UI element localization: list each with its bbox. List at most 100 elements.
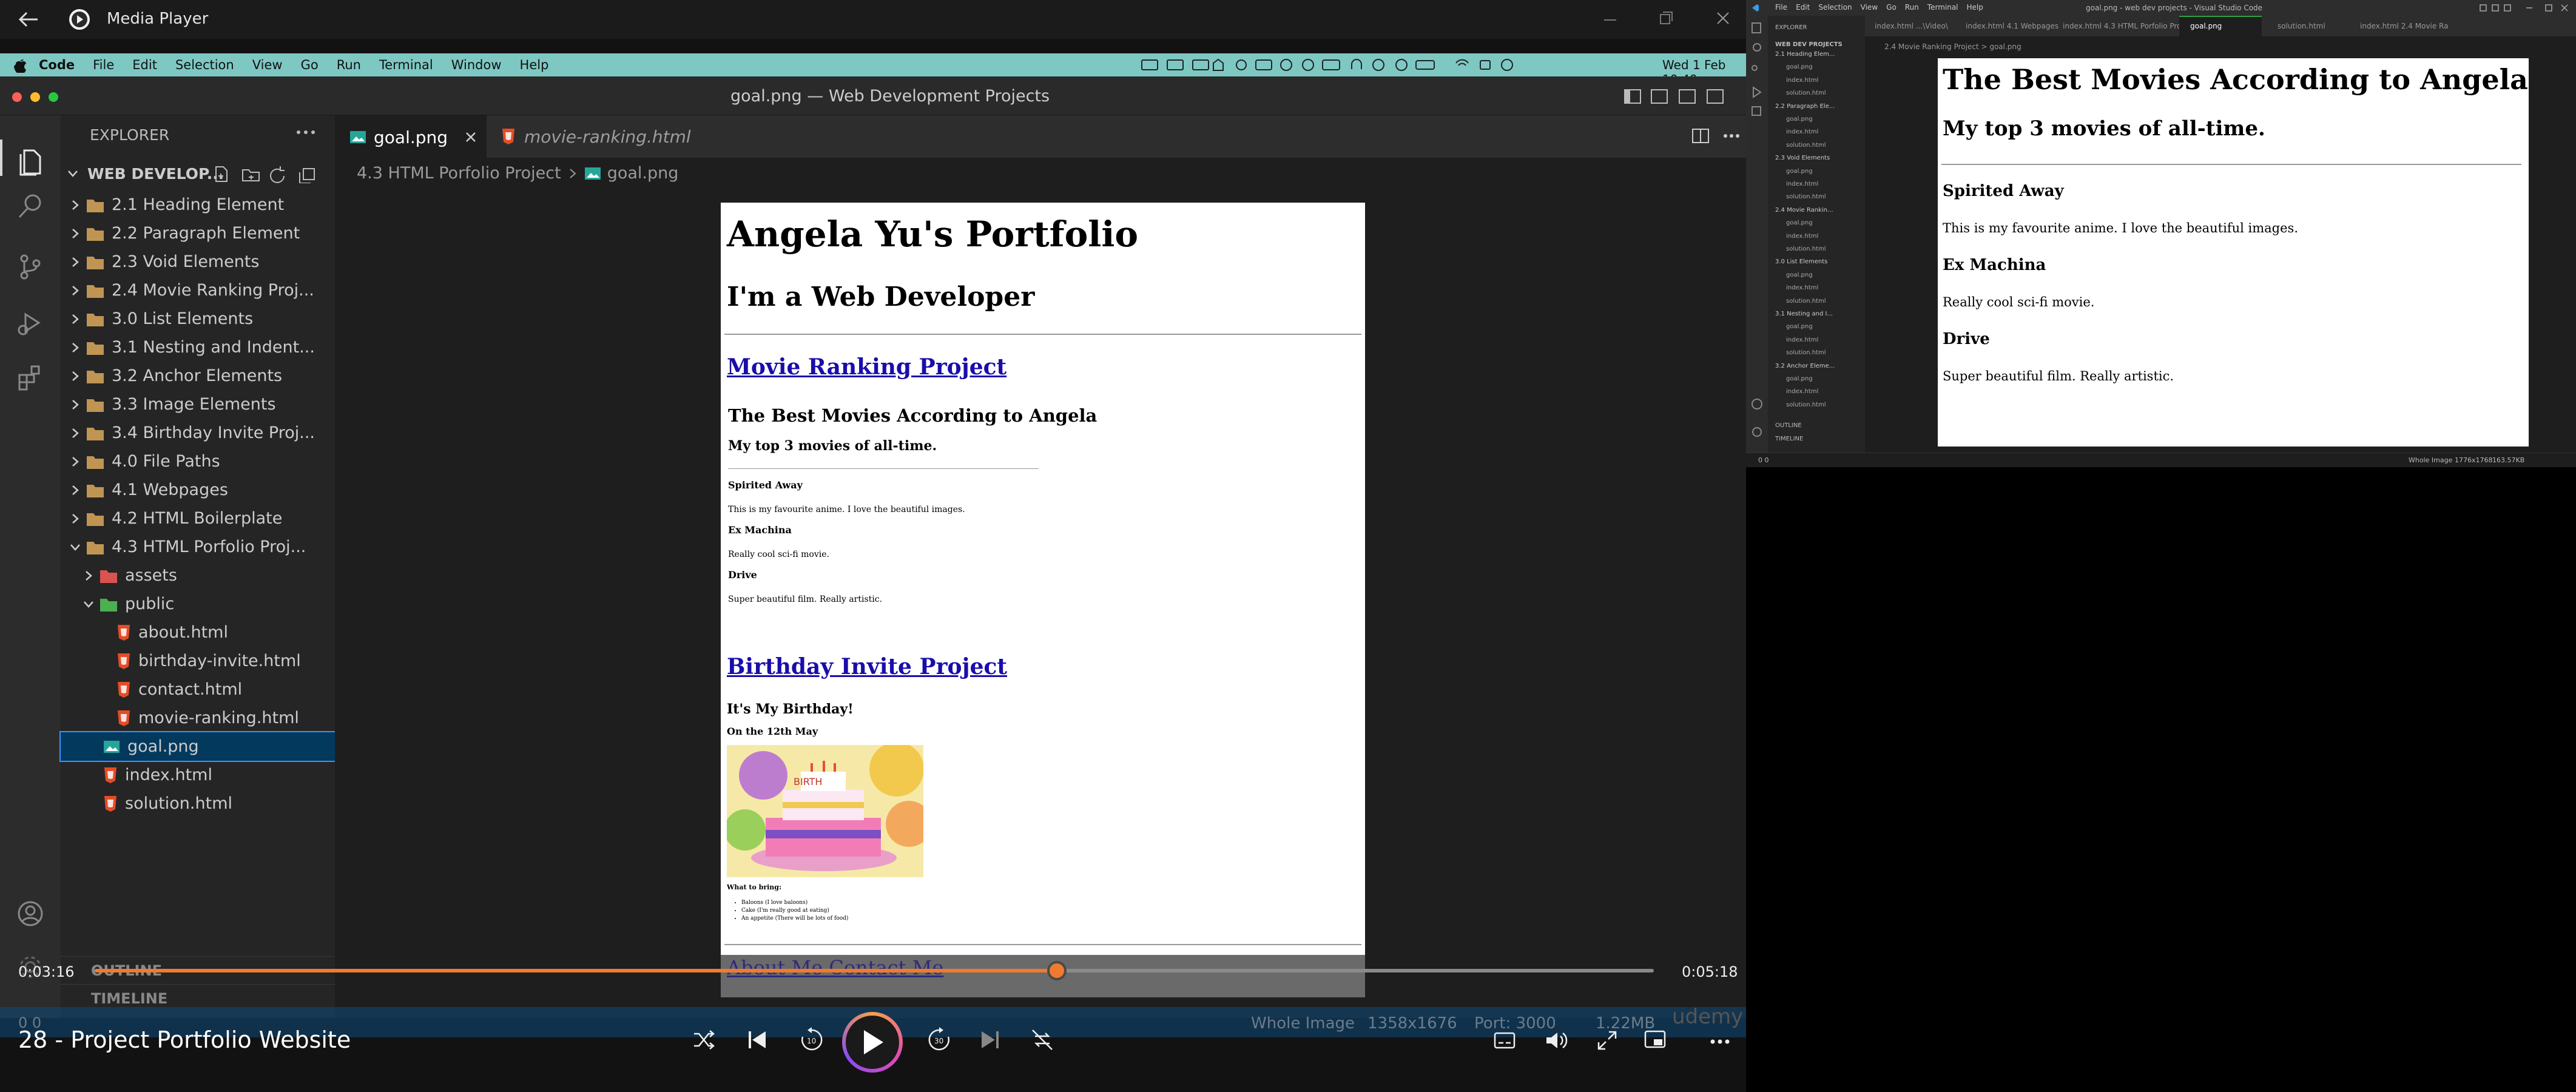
tab-goal-png[interactable]: goal.png — [335, 115, 487, 158]
menu-go[interactable]: Go — [301, 58, 319, 72]
secondary-outline[interactable]: OUTLINE — [1775, 422, 1802, 429]
secondary-tree-item[interactable]: goal.png — [1786, 376, 1813, 382]
more-actions-icon[interactable] — [295, 129, 317, 136]
secondary-tree-item[interactable]: solution.html — [1786, 142, 1826, 149]
secondary-tree-item[interactable]: goal.png — [1786, 168, 1813, 175]
secondary-tree-item[interactable]: solution.html — [1786, 298, 1826, 305]
mini-player-icon[interactable] — [1644, 1030, 1666, 1051]
tree-item[interactable]: assets — [61, 561, 335, 590]
birthday-invite-link[interactable]: Birthday Invite Project — [727, 654, 1007, 679]
secondary-window-controls[interactable] — [2479, 4, 2570, 12]
tree-item[interactable]: 2.2 Paragraph Element — [61, 219, 335, 248]
menu-item[interactable]: Help — [1967, 3, 1983, 12]
status-port[interactable]: Port: 3000 — [1474, 1014, 1556, 1033]
tree-item[interactable]: solution.html — [61, 789, 335, 818]
tree-item[interactable]: 3.1 Nesting and Indent... — [61, 333, 335, 362]
menu-terminal[interactable]: Terminal — [379, 58, 433, 72]
tree-item[interactable]: movie-ranking.html — [61, 704, 335, 732]
secondary-tree-item[interactable]: index.html — [1786, 285, 1818, 291]
secondary-image-mode[interactable]: Whole Image — [2409, 456, 2452, 464]
more-options-icon[interactable] — [1710, 1039, 1730, 1045]
secondary-tab[interactable]: index.html 4.3 HTML Porfolio Project — [2063, 22, 2194, 30]
menu-run[interactable]: Run — [337, 58, 361, 72]
secondary-tab[interactable]: index.html 2.4 Movie Ra — [2360, 22, 2448, 30]
run-debug-icon[interactable] — [16, 308, 45, 337]
secondary-tree-item[interactable]: solution.html — [1786, 402, 1826, 408]
search-icon[interactable] — [16, 192, 45, 221]
tree-item[interactable]: 3.0 List Elements — [61, 305, 335, 333]
secondary-tree-item[interactable]: 2.2 Paragraph Ele... — [1775, 103, 1835, 110]
secondary-tree-item[interactable]: solution.html — [1786, 90, 1826, 96]
seek-bar[interactable] — [95, 961, 1654, 980]
secondary-tree-item[interactable]: index.html — [1786, 233, 1818, 240]
split-editor-icon[interactable] — [1691, 127, 1740, 146]
tab-close-icon[interactable] — [465, 131, 477, 143]
secondary-tree-item[interactable]: index.html — [1786, 77, 1818, 84]
secondary-tree-item[interactable]: index.html — [1786, 129, 1818, 135]
repeat-off-icon[interactable] — [1030, 1028, 1054, 1052]
tree-item[interactable]: 3.2 Anchor Elements — [61, 362, 335, 390]
secondary-breadcrumb[interactable]: 2.4 Movie Ranking Project > goal.png — [1884, 42, 2021, 51]
secondary-tree-item[interactable]: goal.png — [1786, 64, 1813, 70]
menu-view[interactable]: View — [252, 58, 283, 72]
about-contact-links[interactable]: About Me Contact Me — [727, 956, 943, 979]
secondary-timeline[interactable]: TIMELINE — [1775, 436, 1803, 442]
breadcrumb-file[interactable]: goal.png — [607, 164, 679, 183]
tab-movie-ranking[interactable]: movie-ranking.html — [488, 115, 698, 158]
tree-item[interactable]: about.html — [61, 618, 335, 647]
menu-item[interactable]: Selection — [1818, 3, 1852, 12]
source-control-icon[interactable] — [16, 252, 45, 281]
tree-item[interactable]: 4.1 Webpages — [61, 476, 335, 504]
play-button[interactable] — [842, 1012, 903, 1073]
secondary-tab[interactable]: index.html 4.1 Webpages — [1966, 22, 2058, 30]
tree-item[interactable]: 2.4 Movie Ranking Proj... — [61, 276, 335, 305]
tree-item[interactable]: 4.3 HTML Porfolio Proj... — [61, 533, 335, 561]
secondary-tree-item[interactable]: goal.png — [1786, 272, 1813, 278]
secondary-tree-item[interactable]: 2.3 Void Elements — [1775, 155, 1830, 161]
secondary-tab[interactable]: index.html ...\Video\ — [1875, 22, 1948, 30]
minimize-icon[interactable] — [1602, 11, 1619, 28]
breadcrumb-folder[interactable]: 4.3 HTML Porfolio Project — [357, 164, 561, 183]
fullscreen-icon[interactable] — [1597, 1030, 1617, 1051]
secondary-tree-item[interactable]: index.html — [1786, 181, 1818, 187]
menu-selection[interactable]: Selection — [175, 58, 234, 72]
secondary-tree-item[interactable]: 2.1 Heading Elem... — [1775, 51, 1835, 58]
menu-item[interactable]: Run — [1905, 3, 1919, 12]
tree-item[interactable]: index.html — [61, 761, 335, 789]
back-icon[interactable] — [18, 10, 39, 29]
secondary-tree-item[interactable]: 3.0 List Elements — [1775, 258, 1827, 265]
tree-item[interactable]: 2.1 Heading Element — [61, 190, 335, 219]
restore-icon[interactable] — [1657, 10, 1674, 27]
workspace-header[interactable]: WEB DEVELOP... — [61, 160, 335, 187]
tree-item[interactable]: contact.html — [61, 675, 335, 704]
secondary-tree-item[interactable]: solution.html — [1786, 194, 1826, 200]
tree-item[interactable]: 4.2 HTML Boilerplate — [61, 504, 335, 533]
status-image-mode[interactable]: Whole Image — [1251, 1014, 1355, 1033]
menu-item[interactable]: Terminal — [1927, 3, 1958, 12]
close-icon[interactable] — [1715, 10, 1731, 27]
shuffle-icon[interactable] — [692, 1028, 716, 1052]
secondary-tree-item[interactable]: 3.1 Nesting and I... — [1775, 311, 1833, 317]
next-icon[interactable] — [978, 1029, 1002, 1051]
secondary-tree-item[interactable]: index.html — [1786, 337, 1818, 343]
volume-icon[interactable] — [1545, 1030, 1568, 1051]
menu-help[interactable]: Help — [520, 58, 549, 72]
seek-handle[interactable] — [1047, 961, 1067, 980]
menu-edit[interactable]: Edit — [132, 58, 157, 72]
explorer-toolbar-icons[interactable] — [212, 165, 328, 183]
tree-item[interactable]: 3.4 Birthday Invite Proj... — [61, 419, 335, 447]
menu-item[interactable]: View — [1861, 3, 1878, 12]
secondary-tree-item[interactable]: 3.2 Anchor Eleme... — [1775, 363, 1835, 369]
tree-item[interactable]: 4.0 File Paths — [61, 447, 335, 476]
previous-icon[interactable] — [745, 1029, 769, 1051]
extensions-icon[interactable] — [16, 363, 45, 392]
menu-window[interactable]: Window — [451, 58, 502, 72]
tree-item[interactable]: public — [61, 590, 335, 618]
menu-item[interactable]: File — [1775, 3, 1787, 12]
secondary-tree-item[interactable]: goal.png — [1786, 323, 1813, 330]
secondary-tree-item[interactable]: 2.4 Movie Rankin... — [1775, 207, 1833, 214]
secondary-tree-item[interactable]: index.html — [1786, 388, 1818, 395]
secondary-tree-item[interactable]: goal.png — [1786, 220, 1813, 226]
secondary-tree-item[interactable]: solution.html — [1786, 349, 1826, 356]
menu-item[interactable]: Go — [1886, 3, 1897, 12]
